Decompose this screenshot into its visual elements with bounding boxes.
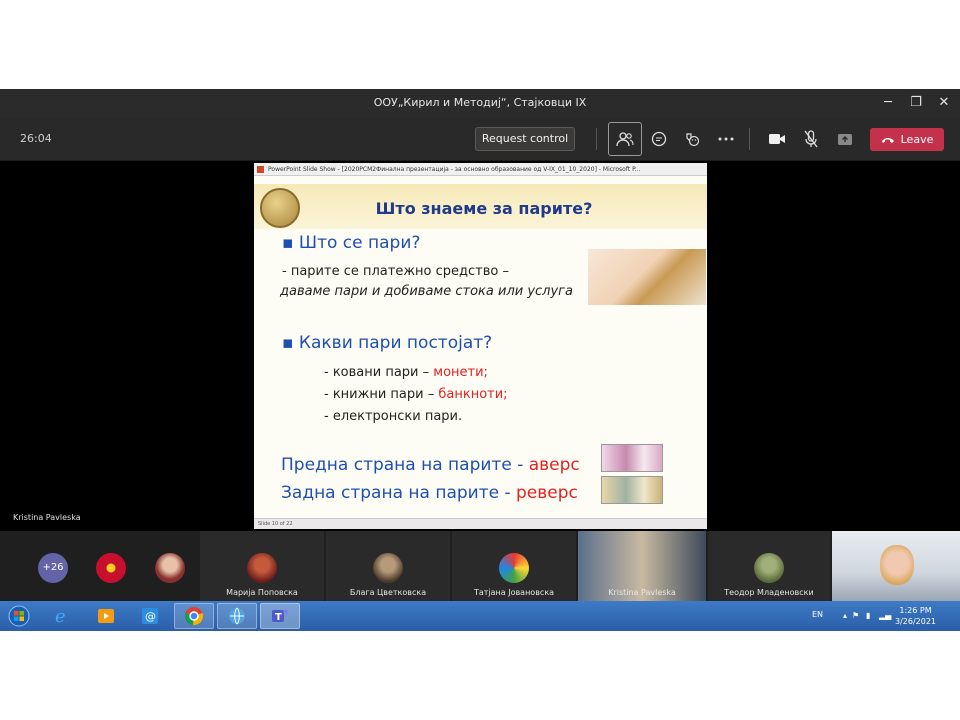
- self-video-image: [880, 545, 914, 585]
- slide-answer-1-line2: даваме пари и добиваме стока или услуга: [280, 284, 573, 299]
- system-clock[interactable]: 1:26 PM 3/26/2021: [895, 605, 936, 627]
- start-button-icon[interactable]: [2, 603, 36, 629]
- shared-content-stage: PowerPoint Slide Show - [2020РСМ2Финална…: [0, 161, 960, 531]
- clock-date: 3/26/2021: [895, 617, 937, 626]
- money-exchange-image: [588, 249, 706, 305]
- participant-tile[interactable]: Татјана Јовановска: [452, 531, 576, 601]
- media-player-icon[interactable]: [86, 603, 126, 629]
- internet-explorer-icon[interactable]: e: [42, 603, 82, 629]
- title-bar: ООУ„Кирил и Методиј“, Стајковци IX ─ ❐ ✕: [0, 89, 960, 118]
- power-icon[interactable]: ▮: [866, 611, 870, 620]
- participant-avatar: [247, 553, 277, 583]
- teams-meeting-window: ООУ„Кирил и Методиј“, Стајковци IX ─ ❐ ✕…: [0, 89, 960, 631]
- slideshow-window: PowerPoint Slide Show - [2020РСМ2Финална…: [254, 163, 707, 529]
- slide-item-electronic: - електронски пари.: [324, 409, 463, 424]
- banknote-front-image: [601, 444, 663, 472]
- svg-text:@: @: [145, 610, 156, 623]
- slideshow-window-title: PowerPoint Slide Show - [2020РСМ2Финална…: [268, 166, 641, 173]
- mic-muted-icon[interactable]: [797, 126, 825, 152]
- chat-icon[interactable]: [645, 126, 673, 152]
- input-language[interactable]: EN: [812, 610, 823, 619]
- network-signal-icon[interactable]: ▂▄: [879, 611, 891, 620]
- close-button[interactable]: ✕: [935, 94, 953, 112]
- participant-name: Марија Поповска: [226, 588, 298, 597]
- window-title: ООУ„Кирил и Методиј“, Стајковци IX: [373, 96, 587, 109]
- participant-tile[interactable]: Теодор Младеновски: [708, 531, 830, 601]
- participant-avatar: [499, 553, 529, 583]
- toolbar-divider: [596, 128, 597, 150]
- participant-video-tile[interactable]: Kristina Pavleska: [578, 531, 706, 601]
- flag-icon[interactable]: ⚑: [852, 611, 859, 620]
- network-app-icon[interactable]: [217, 603, 257, 629]
- teams-icon[interactable]: T: [260, 603, 300, 629]
- slide-title: Што знаеме за парите?: [375, 199, 593, 218]
- share-icon[interactable]: [831, 126, 859, 152]
- slide-question-2: ▪ Какви пари постојат?: [282, 333, 493, 353]
- coins-value: монети;: [433, 365, 488, 380]
- toolbar-divider: [749, 128, 750, 150]
- coins-label: - ковани пари –: [324, 365, 434, 380]
- back-side-value: реверс: [516, 483, 578, 503]
- participant-name: Татјана Јовановска: [473, 588, 555, 597]
- more-icon[interactable]: [712, 126, 740, 152]
- camera-icon[interactable]: [763, 126, 791, 152]
- chrome-icon[interactable]: [174, 603, 214, 629]
- participant-tile[interactable]: Блага Цветковска: [326, 531, 450, 601]
- participant-avatar: [373, 553, 403, 583]
- banknote-back-image: [601, 476, 663, 504]
- slide-counter: Slide 10 of 22: [258, 521, 293, 527]
- participant-avatar[interactable]: [155, 553, 185, 583]
- participant-avatar[interactable]: [96, 553, 126, 583]
- clock-time: 1:26 PM: [899, 606, 932, 615]
- leave-label: Leave: [900, 133, 934, 146]
- leave-button[interactable]: Leave: [870, 128, 944, 151]
- participant-strip: +26 Марија Поповска Блага Цветковска Тат…: [0, 531, 960, 601]
- maximize-button[interactable]: ❐: [907, 94, 925, 112]
- banknotes-label: - книжни пари –: [324, 387, 439, 402]
- powerpoint-icon: [257, 166, 264, 173]
- more-participants-badge[interactable]: +26: [38, 553, 68, 583]
- slideshow-status-bar: Slide 10 of 22: [254, 518, 707, 529]
- presenter-name: Kristina Pavleska: [13, 513, 81, 522]
- participant-name: Блага Цветковска: [349, 588, 427, 597]
- slide-item-banknotes: - книжни пари – банкноти;: [324, 387, 508, 402]
- meeting-timer: 26:04: [20, 132, 52, 145]
- request-control-button[interactable]: Request control: [475, 127, 575, 151]
- svg-text:e: e: [55, 606, 66, 626]
- slide-back-side: Задна страна на парите - реверс: [281, 483, 578, 503]
- front-side-label: Предна страна на парите -: [281, 455, 529, 475]
- reactions-icon[interactable]: [678, 126, 706, 152]
- banknotes-value: банкноти;: [438, 387, 508, 402]
- windows-taskbar: e @ T EN ▴ ⚑ ▮ ▂▄ 1:26 PM 3/26/2021: [0, 601, 960, 631]
- chevron-up-icon[interactable]: ▴: [843, 611, 847, 620]
- participant-avatar: [754, 553, 784, 583]
- self-video-tile[interactable]: [832, 531, 960, 601]
- meeting-toolbar: 26:04 Request control Leave: [0, 118, 960, 161]
- people-icon[interactable]: [608, 122, 642, 156]
- slide: Што знаеме за парите? ▪ Што се пари? - п…: [254, 176, 707, 518]
- slide-question-1: ▪ Што се пари?: [282, 233, 421, 253]
- participant-tile[interactable]: Марија Поповска: [200, 531, 324, 601]
- minimize-button[interactable]: ─: [879, 94, 897, 112]
- slide-answer-1-line1: - парите се платежно средство –: [282, 264, 509, 279]
- back-side-label: Задна страна на парите -: [281, 483, 517, 503]
- front-side-value: аверс: [528, 455, 580, 475]
- slide-front-side: Предна страна на парите - аверс: [281, 455, 580, 475]
- phone-hangup-icon: [881, 137, 894, 143]
- participant-name: Теодор Младеновски: [724, 588, 814, 597]
- slide-item-coins: - ковани пари – монети;: [324, 365, 488, 380]
- coin-logo-icon: [260, 188, 300, 228]
- participant-name: Kristina Pavleska: [608, 588, 676, 597]
- email-client-icon[interactable]: @: [130, 603, 170, 629]
- svg-text:T: T: [275, 612, 282, 623]
- slideshow-titlebar: PowerPoint Slide Show - [2020РСМ2Финална…: [254, 163, 707, 176]
